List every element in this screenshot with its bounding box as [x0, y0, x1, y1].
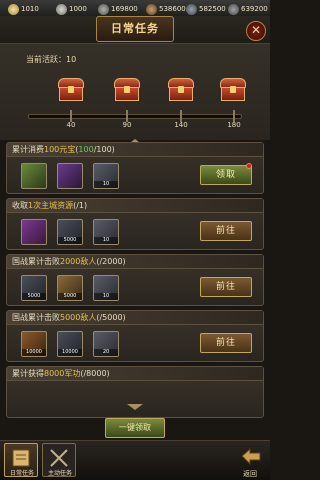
task-description: 国战累计击败2000敌人(/2000) — [12, 257, 126, 266]
go-button[interactable]: 前往 — [200, 333, 252, 353]
activity-counter: 当前活跃：10 — [26, 55, 77, 64]
coin-icon — [56, 3, 67, 15]
milestone-label: 140 — [174, 121, 188, 129]
iron-bar-icon[interactable]: 20 — [93, 331, 119, 357]
silver-icon — [8, 3, 19, 15]
iron-bar-icon[interactable]: 5000 — [21, 275, 47, 301]
resource-wood: 538600 — [146, 2, 186, 16]
activity-progress-track — [28, 114, 242, 119]
tab-daily-tasks[interactable]: 日常任务 — [4, 443, 38, 477]
milestone-label: 40 — [66, 121, 76, 129]
food-icon — [98, 3, 109, 15]
task-card: 国战累计击败2000敌人(/2000) 5000 5000 10 前往 — [6, 254, 264, 306]
chest-90[interactable] — [114, 78, 140, 102]
iron-bar-icon[interactable]: 10 — [93, 163, 119, 189]
chest-180[interactable] — [220, 78, 246, 102]
back-button[interactable]: 返回 — [234, 444, 266, 478]
general-portrait-icon[interactable] — [21, 163, 47, 189]
task-card: 收取1次主城资源(/1) 5000 10 前往 — [6, 198, 264, 250]
scroll-down-icon — [127, 404, 143, 410]
go-button[interactable]: 前往 — [200, 277, 252, 297]
go-button[interactable]: 前往 — [200, 221, 252, 241]
back-arrow-icon — [241, 447, 261, 466]
grain-icon[interactable]: 5000 — [57, 275, 83, 301]
resource-silver: 1010 — [8, 2, 39, 16]
daily-task-icon — [12, 449, 30, 467]
task-card: 累计获得8000军功(/8000) — [6, 366, 264, 418]
task-card: 累计消费100元宝(100/100) 10 领取 — [6, 142, 264, 194]
resource-stone: 639200 — [228, 2, 268, 16]
tab-main-quests[interactable]: 主动任务 — [42, 443, 76, 477]
close-icon: ✕ — [250, 23, 262, 37]
general-portrait-icon[interactable] — [57, 163, 83, 189]
main-quest-icon — [50, 449, 68, 467]
iron-bar-icon[interactable]: 10 — [93, 275, 119, 301]
iron-icon — [186, 3, 197, 15]
task-description: 累计获得8000军功(/8000) — [12, 369, 110, 378]
wood-icon — [146, 3, 157, 15]
chest-icon — [124, 86, 130, 93]
resource-iron: 582500 — [186, 2, 226, 16]
milestone-label: 180 — [227, 121, 241, 129]
claim-button[interactable]: 领取 — [200, 165, 252, 185]
notification-dot — [246, 163, 252, 169]
resource-coin: 1000 — [56, 2, 87, 16]
task-description: 收取1次主城资源(/1) — [12, 201, 88, 210]
task-description: 累计消费100元宝(100/100) — [12, 145, 115, 154]
resource-food: 169800 — [98, 2, 138, 16]
task-list[interactable]: 累计消费100元宝(100/100) 10 领取 收取1次主城资源(/1) 50… — [4, 136, 266, 440]
page-title: 日常任务 — [96, 16, 174, 42]
iron-bar-icon[interactable]: 10 — [93, 219, 119, 245]
chest-icon — [68, 86, 74, 93]
chest-140[interactable] — [168, 78, 194, 102]
task-card: 国战累计击败5000敌人(/5000) 10000 10000 20 前往 — [6, 310, 264, 362]
milestone-label: 90 — [122, 121, 132, 129]
stone-icon — [228, 3, 239, 15]
iron-bar-icon[interactable]: 5000 — [57, 219, 83, 245]
iron-bar-icon[interactable]: 10000 — [57, 331, 83, 357]
chest-40[interactable] — [58, 78, 84, 102]
wood-log-icon[interactable]: 10000 — [21, 331, 47, 357]
task-description: 国战累计击败5000敌人(/5000) — [12, 313, 126, 322]
close-button[interactable]: ✕ — [246, 21, 266, 41]
grain-icon[interactable] — [21, 219, 47, 245]
claim-all-button[interactable]: 一键领取 — [105, 418, 165, 438]
chest-icon — [178, 86, 184, 93]
chest-icon — [230, 86, 236, 93]
